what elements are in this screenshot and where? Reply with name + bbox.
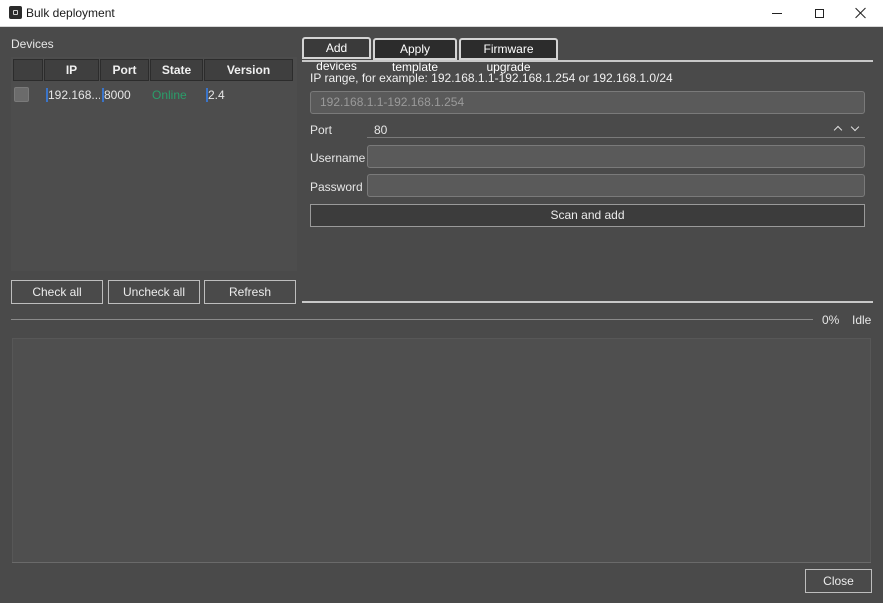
footer-divider [12, 562, 871, 563]
window-title: Bulk deployment [26, 6, 115, 20]
table-row[interactable]: 192.168... 8000 Online 2.4 [13, 84, 293, 106]
app-icon [9, 6, 22, 19]
port-input-underline [367, 137, 865, 138]
minimize-icon [772, 12, 782, 14]
minimize-button[interactable] [755, 0, 799, 26]
close-icon [855, 7, 867, 19]
chevron-up-icon[interactable] [832, 123, 844, 135]
cell-port: 8000 [102, 88, 150, 102]
password-input[interactable] [367, 174, 865, 197]
scan-and-add-button[interactable]: Scan and add [310, 204, 865, 227]
devices-label: Devices [11, 37, 54, 51]
log-area[interactable] [12, 338, 871, 563]
port-label: Port [310, 123, 333, 137]
close-window-button[interactable] [839, 0, 883, 26]
row-checkbox[interactable] [14, 87, 29, 102]
devices-table: IP Port State Version 192.168... 8000 On… [11, 57, 297, 271]
column-header-state[interactable]: State [150, 59, 203, 81]
progress-status: Idle [852, 313, 872, 327]
column-header-ip[interactable]: IP [44, 59, 99, 81]
password-label: Password [310, 180, 363, 194]
close-button[interactable]: Close [805, 569, 872, 593]
column-header-select[interactable] [13, 59, 43, 81]
uncheck-all-button[interactable]: Uncheck all [108, 280, 200, 304]
check-all-button[interactable]: Check all [11, 280, 103, 304]
port-input[interactable]: 80 [374, 123, 387, 137]
panel-divider [302, 301, 873, 303]
username-input[interactable] [367, 145, 865, 168]
tab-firmware-upgrade[interactable]: Firmware upgrade [459, 38, 558, 74]
cell-state: Online [152, 88, 187, 102]
tab-apply-template[interactable]: Apply template [373, 38, 457, 74]
chevron-down-icon[interactable] [849, 123, 861, 135]
refresh-button[interactable]: Refresh [204, 280, 296, 304]
progress-bar [11, 319, 813, 320]
column-header-port[interactable]: Port [100, 59, 149, 81]
tab-divider [302, 60, 873, 62]
ip-range-hint: IP range, for example: 192.168.1.1-192.1… [310, 71, 673, 85]
tab-add-devices[interactable]: Add devices [302, 37, 371, 73]
progress-percent: 0% [822, 313, 840, 327]
username-label: Username [310, 151, 366, 165]
ip-range-input[interactable]: 192.168.1.1-192.168.1.254 [310, 91, 865, 114]
cell-ip: 192.168... [46, 88, 100, 102]
cell-version: 2.4 [206, 88, 294, 102]
column-header-version[interactable]: Version [204, 59, 293, 81]
maximize-icon [814, 8, 824, 18]
title-bar: Bulk deployment [0, 0, 883, 27]
maximize-button[interactable] [797, 0, 841, 26]
